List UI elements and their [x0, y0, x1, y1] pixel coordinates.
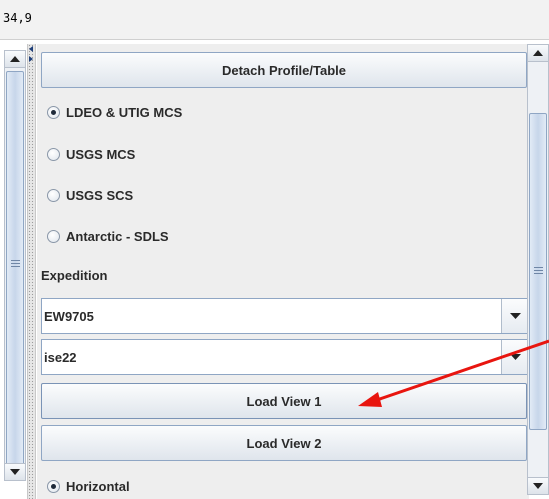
chevron-down-icon	[510, 354, 521, 360]
expedition-label: Expedition	[41, 268, 108, 283]
load-view-2-button[interactable]: Load View 2	[41, 425, 527, 461]
radio-button[interactable]	[47, 147, 60, 161]
radio-button[interactable]	[47, 188, 60, 202]
radio-usgs-scs[interactable]: USGS SCS	[47, 185, 133, 205]
triangle-up-icon	[533, 50, 543, 56]
coordinate-readout: 34,9	[3, 11, 32, 25]
expedition-dropdown-arrow[interactable]	[501, 299, 528, 333]
line-dropdown-arrow[interactable]	[501, 340, 528, 374]
scroll-up-button[interactable]	[5, 51, 25, 68]
grip-lines-icon	[11, 260, 20, 261]
radio-button[interactable]	[47, 229, 60, 243]
coordinate-bar: 34,9	[0, 0, 549, 40]
radio-label: USGS SCS	[66, 187, 134, 203]
radio-button[interactable]	[47, 479, 60, 493]
radio-label: Horizontal	[66, 478, 130, 494]
radio-label: Antarctic - SDLS	[66, 228, 169, 244]
grip-line	[11, 263, 20, 264]
expedition-dropdown[interactable]: EW9705	[41, 298, 529, 334]
seismic-control-panel: Detach Profile/Table LDEO & UTIG MCS USG…	[37, 44, 529, 499]
expedition-value: EW9705	[44, 309, 94, 324]
line-value: ise22	[44, 350, 77, 365]
radio-antarctic-sdls[interactable]: Antarctic - SDLS	[47, 226, 169, 246]
scrollbar-thumb[interactable]	[529, 113, 547, 430]
right-scrollbar[interactable]	[527, 44, 549, 495]
scroll-down-button[interactable]	[5, 463, 25, 480]
radio-button[interactable]	[47, 105, 60, 119]
line-dropdown[interactable]: ise22	[41, 339, 529, 375]
radio-ldeo-utig-mcs[interactable]: LDEO & UTIG MCS	[47, 102, 182, 122]
triangle-down-icon	[533, 483, 543, 489]
grip-lines-icon	[534, 267, 543, 268]
load-view-1-button[interactable]: Load View 1	[41, 383, 527, 419]
divider-expand-icon[interactable]	[28, 46, 34, 66]
left-scrollbar[interactable]	[4, 50, 26, 481]
triangle-up-icon	[10, 56, 20, 62]
chevron-down-icon	[510, 313, 521, 319]
radio-label: USGS MCS	[66, 146, 136, 162]
triangle-down-icon	[10, 469, 20, 475]
split-pane-divider[interactable]	[27, 44, 36, 499]
grip-line	[534, 270, 543, 271]
scroll-down-button[interactable]	[528, 477, 548, 494]
radio-usgs-mcs[interactable]: USGS MCS	[47, 144, 135, 164]
scroll-up-button[interactable]	[528, 45, 548, 62]
detach-profile-table-button[interactable]: Detach Profile/Table	[41, 52, 527, 88]
grip-line	[534, 273, 543, 274]
radio-horizontal[interactable]: Horizontal	[47, 476, 130, 496]
scrollbar-thumb[interactable]	[6, 71, 24, 466]
grip-line	[11, 266, 20, 267]
radio-label: LDEO & UTIG MCS	[66, 104, 183, 120]
